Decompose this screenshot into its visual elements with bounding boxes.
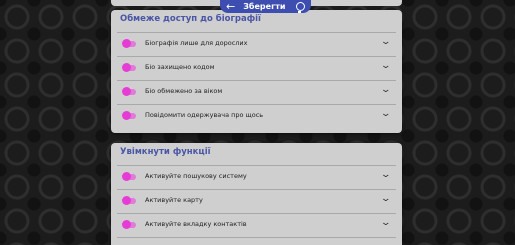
list-item-adult-bio[interactable]: Біографія лише для дорослих ⌄ — [117, 32, 396, 56]
list-item-map[interactable]: Активуйте карту ⌄ — [117, 189, 396, 213]
list-item-code-protected[interactable]: Біо захищено кодом ⌄ — [117, 56, 396, 80]
item-label: Активуйте пошукову систему — [145, 172, 247, 180]
chevron-down-icon[interactable]: ⌄ — [381, 194, 392, 204]
chevron-down-icon[interactable]: ⌄ — [381, 85, 392, 95]
item-label: Біо обмежено за віком — [145, 87, 223, 95]
item-label: Біо захищено кодом — [145, 63, 215, 71]
list-item-search-engine[interactable]: Активуйте пошукову систему ⌄ — [117, 165, 396, 189]
toggle-switch[interactable] — [122, 87, 136, 96]
section-title: Обмеже доступ до біографії — [120, 14, 261, 24]
toggle-switch[interactable] — [122, 63, 136, 72]
list-divider — [117, 237, 396, 245]
chevron-down-icon[interactable]: ⌄ — [381, 109, 392, 119]
chevron-down-icon[interactable]: ⌄ — [381, 61, 392, 71]
chevron-down-icon[interactable]: ⌄ — [381, 218, 392, 228]
chevron-down-icon[interactable]: ⌄ — [381, 37, 392, 47]
item-label: Активуйте карту — [145, 196, 203, 204]
save-button[interactable]: Зберегти — [243, 0, 285, 13]
section-title: Увімкнути функції — [120, 147, 211, 157]
toggle-switch[interactable] — [122, 220, 136, 229]
toggle-switch[interactable] — [122, 111, 136, 120]
enable-features-card: Увімкнути функції Активуйте пошукову сис… — [111, 143, 402, 245]
item-label: Активуйте вкладку контактів — [145, 220, 247, 228]
restrict-bio-access-card: Обмеже доступ до біографії Біографія лиш… — [111, 10, 402, 133]
chevron-down-icon[interactable]: ⌄ — [381, 170, 392, 180]
list-item-age-restricted[interactable]: Біо обмежено за віком ⌄ — [117, 80, 396, 104]
toggle-switch[interactable] — [122, 39, 136, 48]
item-label: Повідомити одержувача про щось — [145, 111, 264, 119]
item-label: Біографія лише для дорослих — [145, 39, 248, 47]
toggle-switch[interactable] — [122, 172, 136, 181]
list-item-contacts-tab[interactable]: Активуйте вкладку контактів ⌄ — [117, 213, 396, 237]
save-toolbar: ← Зберегти — [220, 0, 311, 13]
lightbulb-icon[interactable] — [295, 2, 305, 13]
toggle-switch[interactable] — [122, 196, 136, 205]
back-arrow-icon[interactable]: ← — [226, 0, 235, 13]
list-item-notify-recipient[interactable]: Повідомити одержувача про щось ⌄ — [117, 104, 396, 128]
